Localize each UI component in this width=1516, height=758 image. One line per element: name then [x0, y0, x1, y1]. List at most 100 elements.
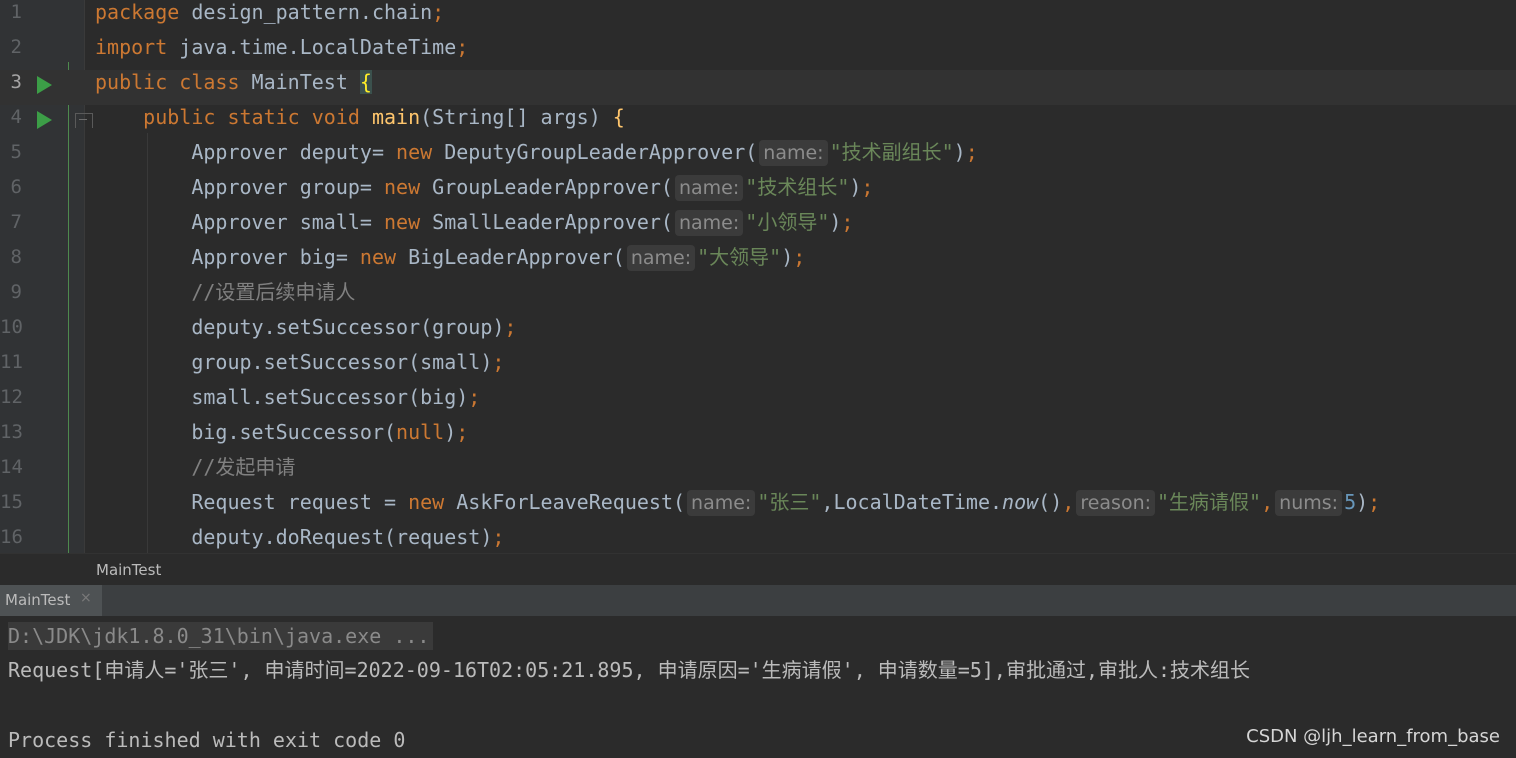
- fold-icon[interactable]: [75, 113, 93, 128]
- close-icon[interactable]: ×: [80, 590, 92, 606]
- code-token: ): [1356, 490, 1369, 514]
- line-number[interactable]: 10: [0, 315, 23, 350]
- code-text[interactable]: //设置后续申请人: [95, 280, 355, 315]
- line-number[interactable]: 3: [0, 70, 22, 105]
- code-token: "技术副组长": [829, 140, 954, 164]
- code-line[interactable]: 12 small.setSuccessor(big);: [0, 385, 1516, 420]
- code-token: ;: [504, 315, 517, 339]
- code-token: ;: [841, 210, 854, 234]
- tab-run-maintest[interactable]: MainTest ×: [0, 585, 102, 616]
- parameter-hint: name:: [759, 140, 828, 166]
- code-token: Approver deputy=: [95, 140, 397, 164]
- code-line[interactable]: 4 public static void main(String[] args)…: [0, 105, 1516, 140]
- code-token: DeputyGroupLeaderApprover(: [444, 140, 758, 164]
- code-token: new: [383, 175, 433, 199]
- code-text[interactable]: group.setSuccessor(small);: [95, 350, 504, 385]
- code-text[interactable]: Approver deputy= new DeputyGroupLeaderAp…: [95, 140, 978, 175]
- code-token: {: [612, 105, 625, 129]
- line-number[interactable]: 2: [0, 35, 22, 70]
- line-number[interactable]: 12: [0, 385, 23, 420]
- code-token: ,: [1261, 490, 1274, 514]
- code-text[interactable]: public class MainTest {: [95, 70, 372, 105]
- console-command-line[interactable]: D:\JDK\jdk1.8.0_31\bin\java.exe ...: [8, 622, 434, 650]
- code-token: SmallLeaderApprover(: [432, 210, 673, 234]
- code-text[interactable]: big.setSuccessor(null);: [95, 420, 468, 455]
- code-token: {: [359, 70, 372, 94]
- code-text[interactable]: Request request = new AskForLeaveRequest…: [95, 490, 1380, 525]
- code-token: group.setSuccessor(small): [95, 350, 493, 374]
- line-number[interactable]: 1: [0, 0, 22, 35]
- line-number[interactable]: 16: [0, 525, 23, 553]
- run-gutter-icon[interactable]: [37, 76, 52, 94]
- code-line[interactable]: 3 public class MainTest {: [0, 70, 1516, 105]
- code-token: ;: [456, 420, 469, 444]
- code-token: import: [95, 35, 180, 59]
- code-token: package: [95, 0, 192, 24]
- code-text[interactable]: //发起申请: [95, 455, 295, 490]
- code-text[interactable]: Approver big= new BigLeaderApprover(name…: [95, 245, 805, 280]
- line-number[interactable]: 13: [0, 420, 23, 455]
- code-token: (): [1038, 490, 1063, 514]
- code-line[interactable]: 14 //发起申请: [0, 455, 1516, 490]
- code-text[interactable]: Approver group= new GroupLeaderApprover(…: [95, 175, 873, 210]
- code-line[interactable]: 16 deputy.doRequest(request);: [0, 525, 1516, 553]
- code-token: BigLeaderApprover(: [408, 245, 625, 269]
- line-number[interactable]: 7: [0, 210, 22, 245]
- tab-label: MainTest: [5, 591, 71, 609]
- line-number[interactable]: 5: [0, 140, 22, 175]
- code-line[interactable]: 1 package design_pattern.chain;: [0, 0, 1516, 35]
- code-editor[interactable]: 1 package design_pattern.chain; 2 import ja…: [0, 0, 1516, 553]
- line-number[interactable]: 15: [0, 490, 23, 525]
- line-number[interactable]: 4: [0, 105, 22, 140]
- code-token: Approver group=: [95, 175, 384, 199]
- console-output-line: Request[申请人='张三', 申请时间=2022-09-16T02:05:…: [8, 658, 1251, 682]
- code-token: Request request =: [95, 490, 409, 514]
- code-line[interactable]: 15 Request request = new AskForLeaveRequ…: [0, 490, 1516, 525]
- run-gutter-icon[interactable]: [37, 111, 52, 129]
- code-line[interactable]: 6 Approver group= new GroupLeaderApprove…: [0, 175, 1516, 210]
- code-token: AskForLeaveRequest(: [456, 490, 686, 514]
- code-line[interactable]: 8 Approver big= new BigLeaderApprover(na…: [0, 245, 1516, 280]
- run-tool-window-tabs: MainTest ×: [0, 585, 1516, 616]
- code-line[interactable]: 5 Approver deputy= new DeputyGroupLeader…: [0, 140, 1516, 175]
- code-text[interactable]: package design_pattern.chain;: [95, 0, 444, 35]
- code-token: main: [371, 105, 421, 129]
- line-number[interactable]: 6: [0, 175, 22, 210]
- line-number[interactable]: 9: [0, 280, 22, 315]
- code-text[interactable]: import java.time.LocalDateTime;: [95, 35, 468, 70]
- code-line[interactable]: 2 import java.time.LocalDateTime;: [0, 35, 1516, 70]
- code-text[interactable]: small.setSuccessor(big);: [95, 385, 480, 420]
- code-token: public class: [95, 70, 252, 94]
- code-token: deputy.doRequest(request): [95, 525, 493, 549]
- line-number[interactable]: 8: [0, 245, 22, 280]
- code-token: java.time.LocalDateTime: [179, 35, 457, 59]
- code-token: new: [408, 490, 457, 514]
- breadcrumb[interactable]: MainTest: [96, 561, 161, 579]
- code-token: "技术组长": [745, 175, 850, 199]
- code-line[interactable]: 7 Approver small= new SmallLeaderApprove…: [0, 210, 1516, 245]
- code-token: ;: [456, 35, 469, 59]
- code-text[interactable]: deputy.setSuccessor(group);: [95, 315, 516, 350]
- parameter-hint: name:: [674, 210, 744, 236]
- code-token: ;: [468, 385, 481, 409]
- line-number[interactable]: 14: [0, 455, 23, 490]
- code-token: public static void: [95, 105, 372, 129]
- code-token: ,LocalDateTime.: [821, 490, 1003, 514]
- code-token: "生病请假": [1157, 490, 1262, 514]
- code-token: ): [953, 140, 966, 164]
- code-token: big.setSuccessor(: [95, 420, 397, 444]
- code-line[interactable]: 13 big.setSuccessor(null);: [0, 420, 1516, 455]
- code-token: ;: [432, 0, 445, 24]
- code-token: MainTest: [251, 70, 360, 94]
- code-text[interactable]: public static void main(String[] args) {: [95, 105, 625, 140]
- code-line[interactable]: 11 group.setSuccessor(small);: [0, 350, 1516, 385]
- code-line[interactable]: 9 //设置后续申请人: [0, 280, 1516, 315]
- code-token: Approver big=: [95, 245, 360, 269]
- code-token: ;: [492, 350, 505, 374]
- line-number[interactable]: 11: [0, 350, 23, 385]
- code-token: new: [383, 210, 433, 234]
- code-text[interactable]: deputy.doRequest(request);: [95, 525, 504, 553]
- code-line[interactable]: 10 deputy.setSuccessor(group);: [0, 315, 1516, 350]
- code-token: ): [849, 175, 862, 199]
- code-text[interactable]: Approver small= new SmallLeaderApprover(…: [95, 210, 853, 245]
